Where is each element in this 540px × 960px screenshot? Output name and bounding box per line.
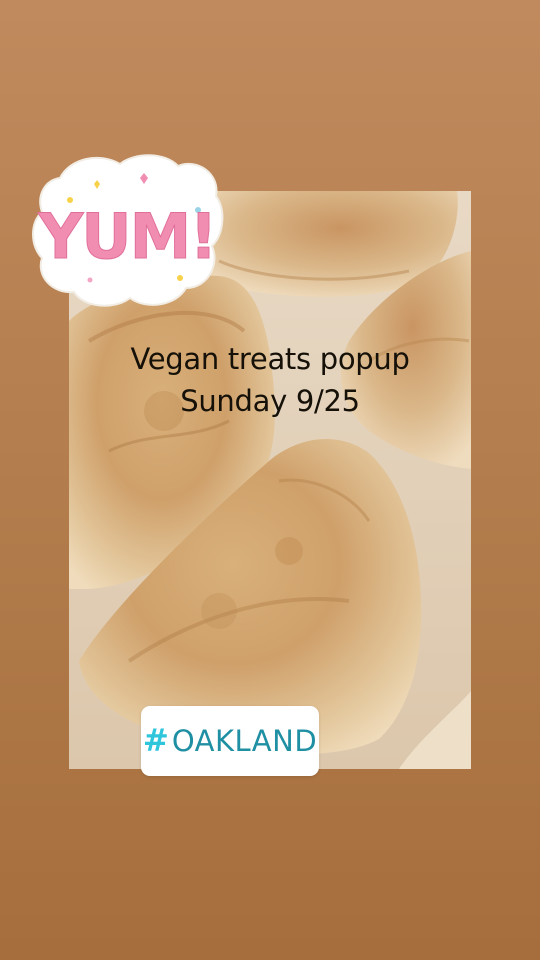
yum-sticker-text: YUM! [37, 200, 215, 273]
caption-line-2: Sunday 9/25 [180, 384, 360, 418]
caption-text: Vegan treats popup Sunday 9/25 [70, 338, 470, 422]
hashtag-sticker[interactable]: # OAKLAND [141, 706, 319, 776]
story-canvas: Vegan treats popup Sunday 9/25 YUM! # OA… [0, 0, 540, 960]
caption-line-1: Vegan treats popup [130, 342, 410, 376]
yum-sticker[interactable]: YUM! [30, 150, 225, 310]
hashtag-label: OAKLAND [171, 723, 318, 758]
yum-sticker-art: YUM! [32, 154, 224, 307]
hashtag-symbol: # [142, 722, 169, 759]
